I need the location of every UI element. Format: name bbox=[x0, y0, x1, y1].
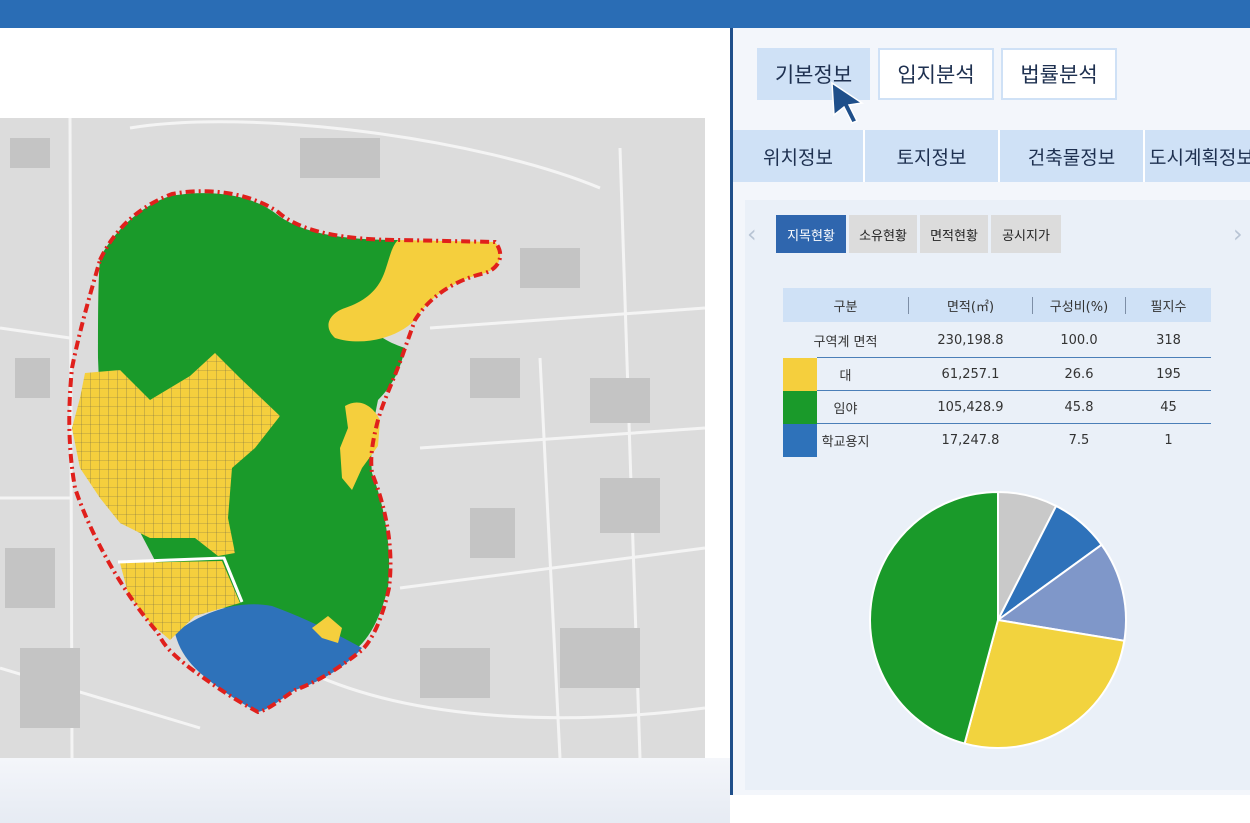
map-footer-shade bbox=[0, 758, 730, 823]
header-ratio: 구성비(%) bbox=[1049, 299, 1109, 315]
table-row: 임야 105,428.9 45.8 45 bbox=[783, 391, 1211, 424]
tab-urban-plan-info[interactable]: 도시계획정보 bbox=[1145, 130, 1250, 182]
land-category-pie-chart bbox=[869, 490, 1127, 749]
row-count: 1 bbox=[1164, 433, 1173, 448]
chevron-right-icon[interactable]: › bbox=[1233, 220, 1243, 248]
table-header: 구분 면적(㎡) 구성비(%) 필지수 bbox=[783, 288, 1211, 322]
secondary-tab-bar: 위치정보 토지정보 건축물정보 도시계획정보 bbox=[733, 130, 1250, 182]
total-area: 230,198.8 bbox=[937, 333, 1004, 348]
row-label: 학교용지 bbox=[821, 435, 870, 450]
land-use-map[interactable] bbox=[0, 118, 705, 758]
total-ratio: 100.0 bbox=[1060, 333, 1098, 348]
tab-legal-analysis[interactable]: 법률분석 bbox=[1001, 48, 1117, 100]
row-area: 61,257.1 bbox=[941, 367, 1000, 382]
row-count: 195 bbox=[1156, 367, 1181, 382]
tab-ownership[interactable]: 소유현황 bbox=[849, 215, 917, 253]
total-count: 318 bbox=[1156, 333, 1181, 348]
tab-land-info[interactable]: 토지정보 bbox=[865, 130, 1000, 182]
header-category: 구분 bbox=[833, 299, 858, 315]
tab-land-price[interactable]: 공시지가 bbox=[991, 215, 1061, 253]
chevron-left-icon[interactable]: ‹ bbox=[747, 220, 757, 248]
table-row: 학교용지 17,247.8 7.5 1 bbox=[783, 424, 1211, 457]
row-ratio: 45.8 bbox=[1064, 400, 1094, 415]
header-area: 면적(㎡) bbox=[946, 299, 995, 315]
cursor-arrow-icon bbox=[831, 81, 865, 124]
tab-location-info[interactable]: 위치정보 bbox=[733, 130, 865, 182]
row-area: 105,428.9 bbox=[937, 400, 1004, 415]
total-label: 구역계 면적 bbox=[813, 335, 878, 350]
tab-area[interactable]: 면적현황 bbox=[920, 215, 988, 253]
row-ratio: 7.5 bbox=[1068, 433, 1090, 448]
tab-location-analysis[interactable]: 입지분석 bbox=[878, 48, 994, 100]
table-row-total: 구역계 면적 230,198.8 100.0 318 bbox=[783, 324, 1211, 357]
info-panel: 기본정보 입지분석 법률분석 위치정보 토지정보 건축물정보 도시계획정보 ‹ … bbox=[733, 28, 1250, 795]
land-category-panel: ‹ › 지목현황 소유현황 면적현황 공시지가 구분 면적(㎡) 구성비(%) … bbox=[745, 200, 1250, 790]
tab-building-info[interactable]: 건축물정보 bbox=[1000, 130, 1145, 182]
top-bar bbox=[0, 0, 1250, 28]
row-count: 45 bbox=[1160, 400, 1177, 415]
row-label: 대 bbox=[839, 369, 852, 384]
tab-land-category[interactable]: 지목현황 bbox=[776, 215, 846, 253]
row-label: 임야 bbox=[833, 402, 858, 417]
row-area: 17,247.8 bbox=[941, 433, 1000, 448]
header-count: 필지수 bbox=[1150, 299, 1187, 315]
row-ratio: 26.6 bbox=[1064, 367, 1094, 382]
map-section bbox=[0, 28, 730, 823]
table-row: 대 61,257.1 26.6 195 bbox=[783, 358, 1211, 391]
